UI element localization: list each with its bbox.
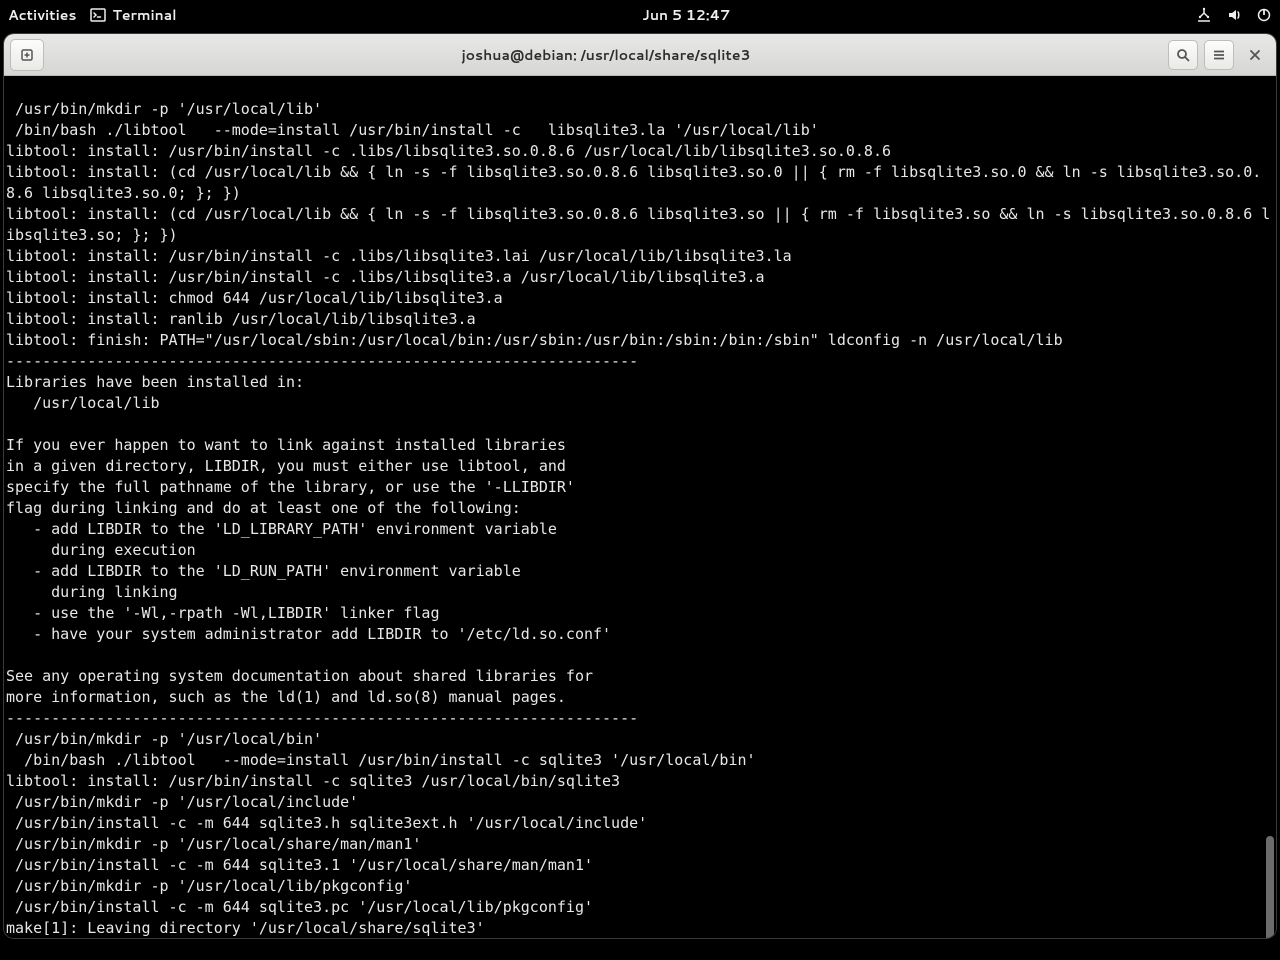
volume-icon [1226,7,1242,23]
network-icon [1196,7,1212,23]
power-icon [1256,7,1272,23]
terminal-output: /usr/bin/mkdir -p '/usr/local/lib' /bin/… [6,100,1270,937]
activities-button[interactable]: Activities [8,5,76,25]
terminal-window: joshua@debian: /usr/local/share/sqlite3 … [4,34,1276,938]
terminal-icon [90,7,106,23]
terminal-scrollbar-thumb[interactable] [1266,836,1274,938]
app-menu-label: Terminal [112,5,176,25]
new-tab-button[interactable] [10,39,44,71]
terminal-scrollbar[interactable] [1264,76,1276,938]
window-title: joshua@debian: /usr/local/share/sqlite3 [50,45,1162,65]
hamburger-menu-button[interactable] [1204,40,1234,70]
app-menu[interactable]: Terminal [90,5,176,25]
terminal-viewport[interactable]: /usr/bin/mkdir -p '/usr/local/lib' /bin/… [4,76,1276,938]
gnome-topbar: Activities Terminal Jun 5 12:47 [0,0,1280,30]
system-status-area[interactable] [1196,7,1272,23]
search-button[interactable] [1168,40,1198,70]
window-titlebar: joshua@debian: /usr/local/share/sqlite3 [4,34,1276,76]
close-button[interactable] [1240,40,1270,70]
clock[interactable]: Jun 5 12:47 [177,5,1196,25]
